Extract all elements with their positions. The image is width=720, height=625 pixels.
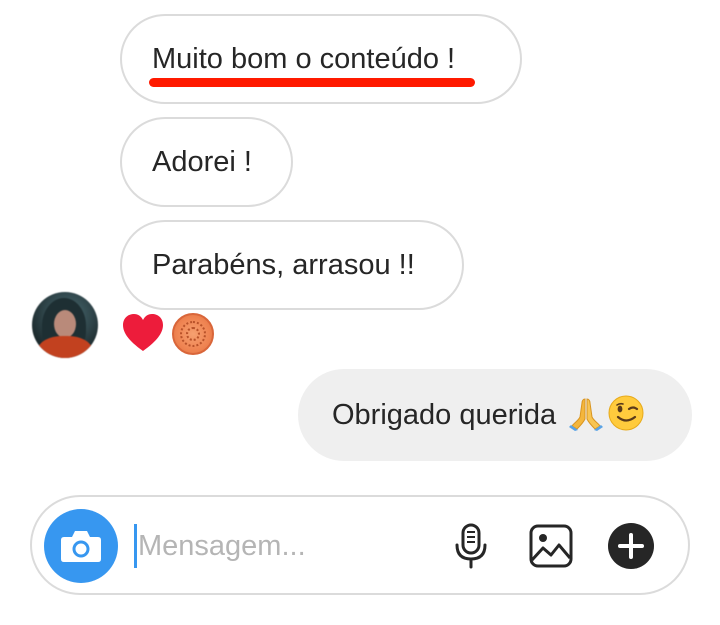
message-text: Muito bom o conteúdo !: [152, 43, 456, 75]
message-text: Parabéns, arrasou !!: [152, 249, 415, 281]
sender-avatar[interactable]: [32, 292, 98, 358]
outgoing-message[interactable]: Obrigado querida: [298, 369, 692, 461]
voice-message-button[interactable]: [446, 521, 496, 571]
text-caret: [134, 524, 137, 568]
gallery-button[interactable]: [526, 521, 576, 571]
plus-icon: [608, 523, 654, 569]
camera-icon: [61, 531, 101, 562]
message-composer: [30, 495, 690, 595]
incoming-message[interactable]: Adorei !: [120, 117, 293, 207]
heart-icon[interactable]: [122, 313, 164, 353]
add-button[interactable]: [606, 521, 656, 571]
message-input[interactable]: [138, 517, 428, 575]
folded-hands-emoji: [569, 398, 604, 432]
sticker-icon[interactable]: [172, 313, 214, 355]
microphone-icon: [455, 523, 487, 569]
incoming-message[interactable]: Muito bom o conteúdo !: [120, 14, 522, 104]
message-text: Adorei !: [152, 146, 252, 178]
winking-face-emoji: [608, 395, 644, 431]
red-underline-annotation: [149, 78, 475, 87]
image-icon: [529, 524, 573, 568]
incoming-message[interactable]: Parabéns, arrasou !!: [120, 220, 464, 310]
camera-button[interactable]: [44, 509, 118, 583]
message-text: Obrigado querida: [332, 399, 565, 431]
